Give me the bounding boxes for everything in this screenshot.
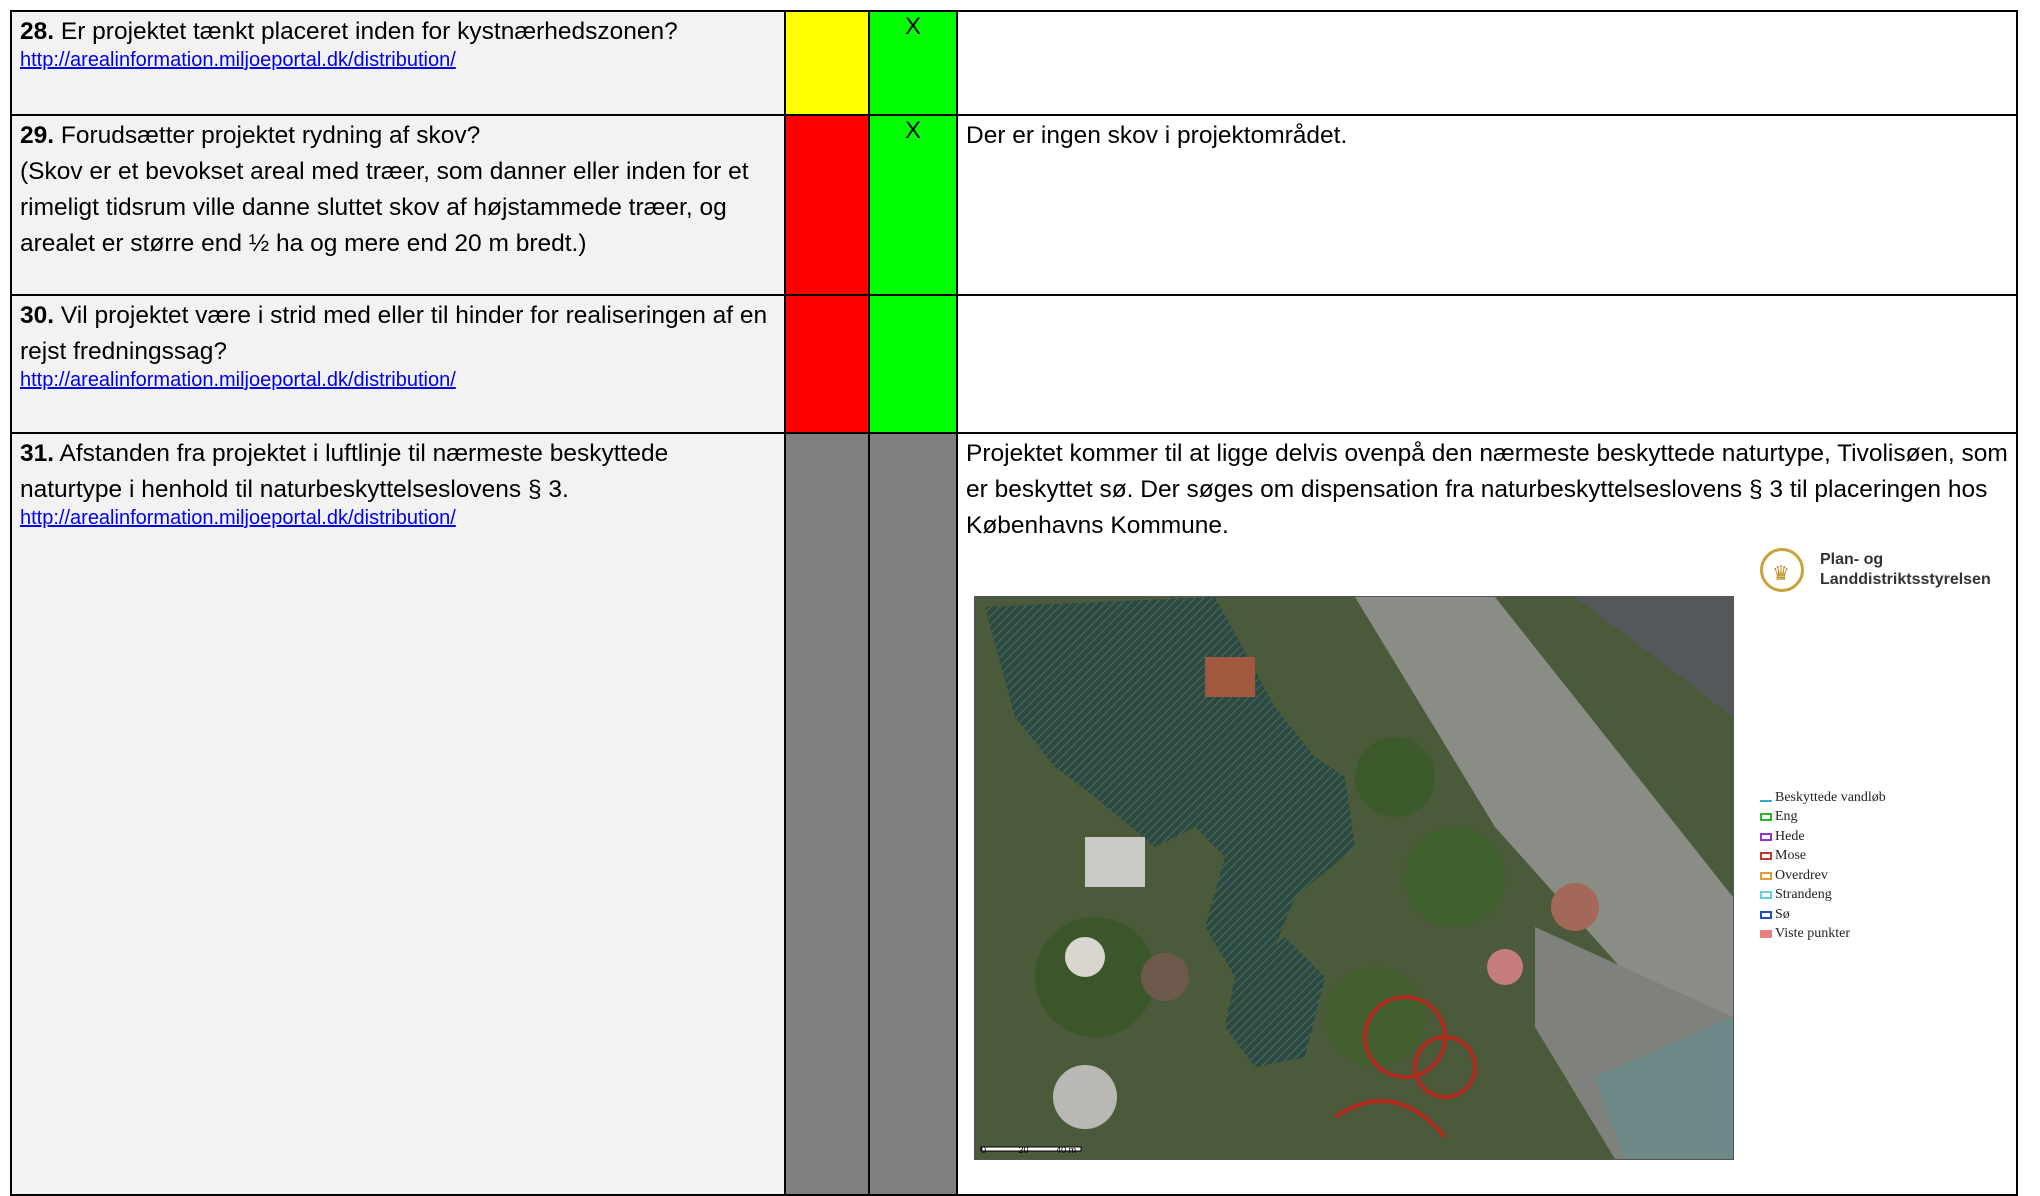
legend-label: Strandeng: [1775, 887, 1832, 903]
check-mark: X: [904, 13, 921, 40]
status-cell-yellow: [784, 10, 870, 116]
distribution-link[interactable]: http://arealinformation.miljoeportal.dk/…: [20, 506, 776, 530]
status-cell-red: [784, 294, 870, 434]
legend-item: Beskyttede vandløb: [1760, 788, 1886, 808]
legend-label: Hede: [1775, 828, 1805, 844]
question-cell: 31. Afstanden fra projektet i luftlinje …: [10, 432, 786, 1196]
question-cell: 30. Vil projektet være i strid med eller…: [10, 294, 786, 434]
question-label: Vil projektet være i strid med eller til…: [20, 302, 768, 365]
question-number: 29.: [20, 122, 55, 149]
status-cell-green: [868, 294, 958, 434]
legend-item: Sø: [1760, 905, 1886, 925]
comment-cell: Projektet kommer til at ligge delvis ove…: [956, 432, 2018, 1196]
map-figure: ♛ Plan- og Landdistriktsstyrelsen 0 20 4…: [966, 544, 2008, 1184]
legend-label: Mose: [1775, 848, 1807, 864]
legend-label: Viste punkter: [1775, 926, 1850, 942]
legend-swatch: [1760, 910, 1772, 919]
stream-line-icon: [1760, 794, 1772, 802]
legend-swatch: [1760, 852, 1772, 861]
question-text: 28. Er projektet tænkt placeret inden fo…: [20, 14, 776, 50]
check-mark: X: [904, 117, 921, 144]
scale-label: 20: [1018, 1145, 1029, 1155]
legend-swatch: [1760, 832, 1772, 841]
status-cell-red: [784, 114, 870, 296]
legend-label: Beskyttede vandløb: [1775, 789, 1886, 805]
question-label: Er projektet tænkt placeret inden for ky…: [54, 18, 678, 45]
aerial-photo: 0 20 40 m: [974, 596, 1734, 1160]
comment-cell: [956, 10, 2018, 116]
logo-line1: Plan- og: [1820, 551, 1884, 568]
comment-text: Projektet kommer til at ligge delvis ove…: [966, 440, 2008, 539]
distribution-link[interactable]: http://arealinformation.miljoeportal.dk/…: [20, 48, 776, 72]
question-number: 31.: [20, 440, 55, 467]
question-text: 31. Afstanden fra projektet i luftlinje …: [20, 436, 776, 508]
crown-icon: ♛: [1760, 548, 1804, 592]
legend-item: Overdrev: [1760, 866, 1886, 886]
legend-item: Viste punkter: [1760, 925, 1886, 945]
comment-text: Der er ingen skov i projektområdet.: [966, 122, 1348, 149]
scale-label: 40 m: [1056, 1145, 1077, 1155]
scale-label: 0: [981, 1145, 987, 1155]
question-text: 29. Forudsætter projektet rydning af sko…: [20, 118, 776, 154]
question-label: Afstanden fra projektet i luftlinje til …: [20, 440, 669, 503]
status-cell-grey: [784, 432, 870, 1196]
table-row: 31. Afstanden fra projektet i luftlinje …: [10, 432, 2018, 1196]
map-legend: Beskyttede vandløb Eng Hede Mose Overdre…: [1760, 788, 1886, 944]
logo-line2: Landdistriktsstyrelsen: [1820, 571, 1991, 588]
legend-swatch: [1760, 891, 1772, 900]
distribution-link[interactable]: http://arealinformation.miljoeportal.dk/…: [20, 368, 776, 392]
status-cell-green: X: [868, 10, 958, 116]
question-cell: 28. Er projektet tænkt placeret inden fo…: [10, 10, 786, 116]
legend-swatch: [1760, 930, 1772, 939]
table-row: 28. Er projektet tænkt placeret inden fo…: [10, 10, 2018, 116]
legend-item: Mose: [1760, 847, 1886, 867]
legend-item: Strandeng: [1760, 886, 1886, 906]
question-cell: 29. Forudsætter projektet rydning af sko…: [10, 114, 786, 296]
legend-label: Overdrev: [1775, 867, 1828, 883]
legend-swatch: [1760, 813, 1772, 822]
status-cell-grey: [868, 432, 958, 1196]
legend-label: Eng: [1775, 809, 1798, 825]
question-label: Forudsætter projektet rydning af skov?: [54, 122, 481, 149]
question-number: 28.: [20, 18, 55, 45]
scale-bar-labels: 0 20 40 m: [981, 1145, 1076, 1155]
question-number: 30.: [20, 302, 55, 329]
legend-label: Sø: [1775, 906, 1790, 922]
legend-item: Eng: [1760, 808, 1886, 828]
agency-logo: ♛ Plan- og Landdistriktsstyrelsen: [1760, 544, 2020, 600]
legend-item: Hede: [1760, 827, 1886, 847]
comment-cell: [956, 294, 2018, 434]
table-row: 30. Vil projektet være i strid med eller…: [10, 294, 2018, 434]
checklist-table: 28. Er projektet tænkt placeret inden fo…: [10, 10, 2018, 1196]
question-note: (Skov er et bevokset areal med træer, so…: [20, 158, 749, 257]
comment-cell: Der er ingen skov i projektområdet.: [956, 114, 2018, 296]
aerial-map-image: [975, 597, 1733, 1159]
table-row: 29. Forudsætter projektet rydning af sko…: [10, 114, 2018, 296]
question-text: 30. Vil projektet være i strid med eller…: [20, 298, 776, 370]
status-cell-green: X: [868, 114, 958, 296]
legend-swatch: [1760, 871, 1772, 880]
